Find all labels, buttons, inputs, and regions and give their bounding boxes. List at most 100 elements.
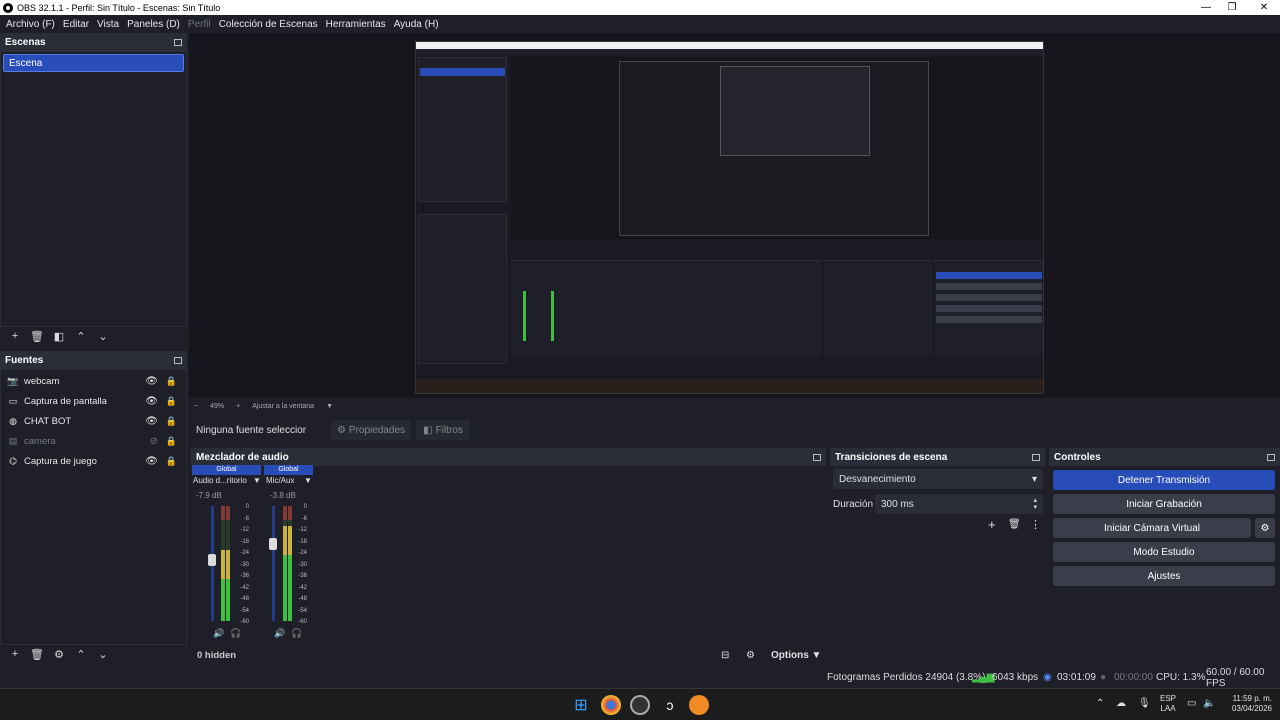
gear-icon: ⚙ [336,424,346,436]
transition-select[interactable]: Desvanecimiento ▾ [833,469,1043,489]
scenes-dock: Escenas Escena + 🗑 ◧ ⌃ ⌄ [0,33,187,347]
maximize-button[interactable]: ❐ [1216,0,1248,15]
layout-toggle-icon[interactable]: ⊟ [721,650,729,661]
meter-scale-tick: -42 [240,584,249,591]
undock-icon[interactable] [1032,453,1040,461]
source-item-webcam[interactable]: 📷 webcam 👁 🔒 [1,371,186,391]
move-up-icon[interactable]: ⌃ [70,330,92,343]
menu-view[interactable]: Vista [93,19,123,30]
chevron-up-icon[interactable]: ⌃ [1096,698,1104,709]
visibility-eye-icon[interactable]: 👁 [145,396,158,407]
menu-edit[interactable]: Editar [59,19,93,30]
channel-menu-icon[interactable]: ▼ [253,476,261,485]
visibility-eye-icon[interactable]: 👁 [145,376,158,387]
undock-icon[interactable] [174,356,182,364]
lock-icon[interactable]: 🔒 [166,456,177,467]
settings-button[interactable]: Ajustes [1053,566,1275,586]
monitor-icon[interactable]: ▭ [1187,698,1196,709]
scene-filters-icon[interactable]: ◧ [48,330,70,343]
remove-scene-icon[interactable]: 🗑 [26,330,48,343]
headphone-icon[interactable]: 🎧 [230,628,241,639]
chrome-icon[interactable] [601,695,621,715]
speaker-icon[interactable]: 🔊 [213,628,224,639]
blender-icon[interactable] [689,695,709,715]
add-transition-icon[interactable]: + [988,517,996,532]
status-bar: Fotogramas Perdidos 24904 (3.8%) ▂▄▆ 604… [0,667,1280,689]
source-item-captura-juego[interactable]: ⌬ Captura de juego 👁 🔒 [1,451,186,471]
meter-scale-tick: -60 [240,619,249,625]
move-down-icon[interactable]: ⌄ [92,330,114,343]
undock-icon[interactable] [1267,453,1275,461]
menu-file[interactable]: Archivo (F) [2,19,59,30]
lock-icon[interactable]: 🔒 [166,376,177,387]
zoom-dropdown-icon[interactable]: ▼ [326,403,333,410]
mixer-settings-icon[interactable]: ⚙ [746,650,755,661]
menu-scene-collection[interactable]: Colección de Escenas [215,19,322,30]
source-item-chat-bot[interactable]: ◍ CHAT BOT 👁 🔒 [1,411,186,431]
zoom-fit-button[interactable]: Ajustar a la ventana [252,403,314,410]
language-indicator[interactable]: ESP LAA [1160,694,1176,714]
spinner-icon[interactable]: ▴ ▾ [1033,497,1037,511]
add-scene-icon[interactable]: + [4,330,26,342]
obs-taskbar-icon[interactable] [630,695,650,715]
stream-icon: ◉ [1043,672,1052,683]
meter-scale-tick: -6 [243,515,249,522]
undock-icon[interactable] [813,453,821,461]
studio-mode-button[interactable]: Modo Estudio [1053,542,1275,562]
filters-button[interactable]: ◧ Filtros [416,420,470,440]
menu-help[interactable]: Ayuda (H) [390,19,443,30]
lock-icon[interactable]: 🔒 [166,436,177,447]
zoom-out-button[interactable]: − [194,403,198,410]
volume-fader-handle[interactable] [269,537,277,550]
menu-profile[interactable]: Perfil [184,19,215,30]
meter-peak-zone [226,506,230,520]
scenes-title: Escenas [5,36,46,48]
source-item-camera[interactable]: ▤ camera ⊘ 🔒 [1,431,186,451]
speaker-icon[interactable]: 🔊 [274,628,285,639]
menu-docks[interactable]: Paneles (D) [123,19,184,30]
virtual-camera-settings-icon[interactable]: ⚙ [1255,518,1275,538]
fader-track[interactable] [272,506,275,621]
meter-scale-tick: -42 [298,584,307,591]
lock-icon[interactable]: 🔒 [166,396,177,407]
meter-scale-tick: -18 [240,538,249,545]
visibility-eye-icon[interactable]: 👁 [145,456,158,467]
undock-icon[interactable] [174,38,182,46]
lock-icon[interactable]: 🔒 [166,416,177,427]
meter-scale-tick: -18 [298,538,307,545]
channel-menu-icon[interactable]: ▼ [304,476,312,485]
cloud-icon[interactable]: ☁ [1116,698,1126,709]
volume-fader-handle[interactable] [208,554,216,567]
sources-dock: Fuentes 📷 webcam 👁 🔒 ▭ Captura de pantal… [0,351,187,665]
headphone-icon[interactable]: 🎧 [291,628,302,639]
properties-label: Propiedades [348,424,406,436]
source-item-captura-pantalla[interactable]: ▭ Captura de pantalla 👁 🔒 [1,391,186,411]
virtual-camera-button[interactable]: Iniciar Cámara Virtual [1053,518,1251,538]
menu-tools[interactable]: Herramientas [322,19,390,30]
scene-item[interactable]: Escena [3,54,184,72]
mixer-footer: 0 hidden ⊟ ⚙ Options ▼ [191,645,826,665]
properties-button[interactable]: ⚙ Propiedades [331,420,411,440]
mixer-title: Mezclador de audio [196,451,289,463]
source-label: camera [24,435,56,447]
options-button[interactable]: Options ▼ [771,650,821,661]
meter-scale-tick: -54 [240,607,249,614]
controls-title-bar: Controles [1049,448,1280,466]
remove-transition-icon[interactable]: 🗑 [1008,519,1021,530]
clock[interactable]: 11:59 p. m. 03/04/2026 [1222,694,1272,714]
transition-menu-icon[interactable]: ⋮ [1030,518,1041,531]
app-c-icon[interactable]: ↄ [660,695,680,715]
visibility-eye-icon[interactable]: 👁 [145,416,158,427]
microphone-icon[interactable]: 🎙 [1138,698,1151,709]
nested-menubar [416,49,1043,55]
stop-stream-button[interactable]: Detener Transmisión [1053,470,1275,490]
close-button[interactable]: ✕ [1248,0,1280,15]
start-recording-button[interactable]: Iniciar Grabación [1053,494,1275,514]
duration-input[interactable]: 300 ms ▴ ▾ [875,494,1043,514]
hidden-eye-icon[interactable]: ⊘ [150,436,158,447]
volume-icon[interactable]: 🔈 [1203,698,1215,709]
zoom-in-button[interactable]: + [236,403,240,410]
meter-scale-tick: -54 [298,607,307,614]
windows-start-icon[interactable]: ⊞ [571,695,591,715]
image-icon: ▤ [8,435,18,446]
